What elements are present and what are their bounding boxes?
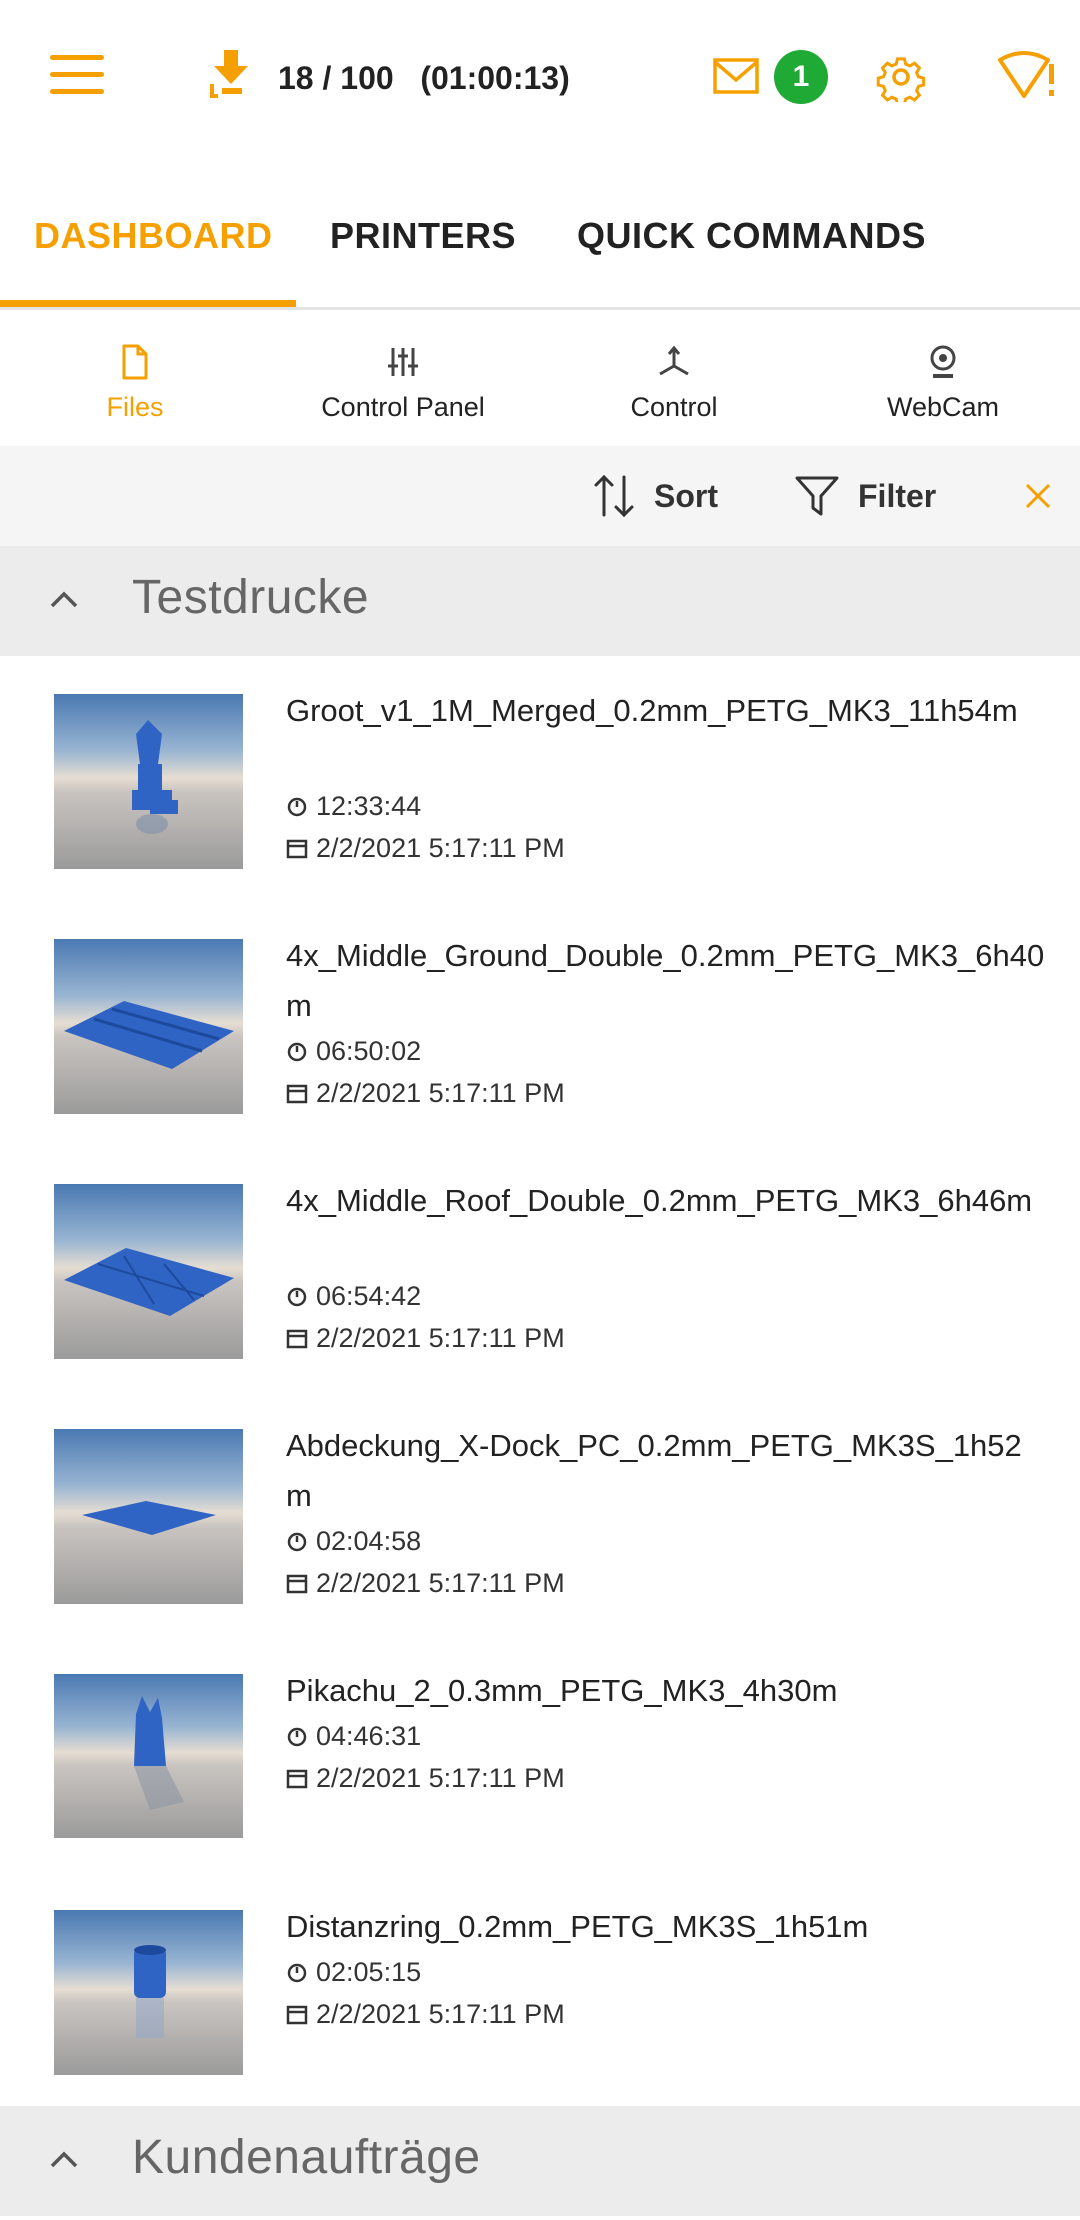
file-date: 2/2/2021 5:17:11 PM	[286, 831, 565, 865]
chevron-up-icon	[50, 591, 78, 608]
file-date-text: 2/2/2021 5:17:11 PM	[316, 1322, 565, 1353]
dashboard-subnav: Files Control Panel Control WebCam	[0, 330, 1080, 445]
file-name: 4x_Middle_Ground_Double_0.2mm_PETG_MK3_6…	[286, 938, 1045, 1023]
sort-icon	[594, 474, 634, 518]
file-thumbnail	[54, 1429, 243, 1604]
file-duration-text: 02:05:15	[316, 1956, 422, 1987]
file-name: 4x_Middle_Roof_Double_0.2mm_PETG_MK3_6h4…	[286, 1183, 1033, 1218]
active-tab-indicator	[0, 300, 296, 307]
file-list-item[interactable]: 4x_Middle_Ground_Double_0.2mm_PETG_MK3_6…	[0, 938, 1080, 1169]
file-thumbnail	[54, 939, 243, 1114]
group-header-kundenauftraege[interactable]: Kundenaufträge	[0, 2106, 1080, 2216]
file-thumbnail	[54, 1910, 243, 2075]
file-name: Groot_v1_1M_Merged_0.2mm_PETG_MK3_11h54m	[286, 693, 1018, 728]
file-duration-text: 02:04:58	[316, 1525, 422, 1556]
group-title: Testdrucke	[132, 571, 370, 624]
tab-quick-commands[interactable]: QUICK COMMANDS	[577, 215, 926, 257]
file-duration-text: 06:54:42	[316, 1280, 422, 1311]
file-date-text: 2/2/2021 5:17:11 PM	[316, 1567, 565, 1598]
timer-icon	[287, 1532, 307, 1552]
chevron-up-icon	[50, 2151, 78, 2168]
file-thumbnail	[54, 1184, 243, 1359]
file-name: Pikachu_2_0.3mm_PETG_MK3_4h30m	[286, 1673, 838, 1708]
file-list-item[interactable]: 4x_Middle_Roof_Double_0.2mm_PETG_MK3_6h4…	[0, 1183, 1080, 1414]
file-duration-text: 04:46:31	[316, 1720, 422, 1751]
subnav-control-panel-label: Control Panel	[321, 392, 485, 422]
file-duration: 04:46:31	[286, 1719, 421, 1753]
file-duration: 06:54:42	[286, 1279, 421, 1313]
timer-icon	[287, 797, 307, 817]
filter-button[interactable]: Filter	[794, 470, 936, 522]
filter-label: Filter	[858, 477, 937, 514]
calendar-icon	[286, 2005, 308, 2025]
group-header-testdrucke[interactable]: Testdrucke	[0, 546, 1080, 656]
file-name: Distanzring_0.2mm_PETG_MK3S_1h51m	[286, 1909, 869, 1944]
file-duration: 12:33:44	[286, 789, 421, 823]
sort-label: Sort	[654, 477, 718, 514]
file-icon	[122, 344, 148, 380]
timer-icon	[287, 1963, 307, 1983]
file-date: 2/2/2021 5:17:11 PM	[286, 1761, 565, 1795]
file-date-text: 2/2/2021 5:17:11 PM	[316, 832, 565, 863]
sort-button[interactable]: Sort	[592, 470, 718, 522]
gear-icon[interactable]	[876, 52, 926, 102]
subnav-webcam[interactable]: WebCam	[808, 330, 1078, 445]
close-icon[interactable]	[1024, 482, 1052, 510]
file-name: Abdeckung_X-Dock_PC_0.2mm_PETG_MK3S_1h52…	[286, 1428, 1022, 1513]
connection-warning-icon[interactable]	[996, 50, 1058, 102]
calendar-icon	[286, 1769, 308, 1789]
hamburger-menu-icon[interactable]	[50, 55, 104, 95]
calendar-icon	[286, 1084, 308, 1104]
calendar-icon	[286, 839, 308, 859]
file-date: 2/2/2021 5:17:11 PM	[286, 1076, 565, 1110]
file-date: 2/2/2021 5:17:11 PM	[286, 1321, 565, 1355]
file-duration: 02:05:15	[286, 1955, 421, 1989]
file-duration: 06:50:02	[286, 1034, 421, 1068]
mail-icon[interactable]	[712, 56, 760, 96]
file-thumbnail	[54, 1674, 243, 1838]
print-job-icon	[210, 50, 248, 98]
files-toolbar: Sort Filter	[0, 446, 1080, 546]
timer-icon	[287, 1727, 307, 1747]
filter-icon	[795, 476, 839, 516]
notification-badge[interactable]: 1	[774, 50, 828, 104]
tab-printers[interactable]: PRINTERS	[330, 215, 516, 257]
sliders-icon	[388, 348, 418, 376]
subnav-control-panel[interactable]: Control Panel	[268, 330, 538, 445]
file-duration: 02:04:58	[286, 1524, 421, 1558]
calendar-icon	[286, 1574, 308, 1594]
file-list-item[interactable]: Pikachu_2_0.3mm_PETG_MK3_4h30m 04:46:31 …	[0, 1673, 1080, 1904]
subnav-webcam-label: WebCam	[886, 392, 1000, 422]
subnav-files[interactable]: Files	[0, 330, 270, 445]
app-header: 18 / 100 (01:00:13) 1	[0, 0, 1080, 160]
file-duration-text: 12:33:44	[316, 790, 422, 821]
subnav-files-label: Files	[106, 392, 164, 422]
file-date-text: 2/2/2021 5:17:11 PM	[316, 1998, 565, 2029]
file-duration-text: 06:50:02	[316, 1035, 422, 1066]
file-thumbnail	[54, 694, 243, 869]
timer-icon	[287, 1042, 307, 1062]
calendar-icon	[286, 1329, 308, 1349]
subnav-control[interactable]: Control	[539, 330, 809, 445]
file-list-item[interactable]: Groot_v1_1M_Merged_0.2mm_PETG_MK3_11h54m…	[0, 693, 1080, 924]
file-list-item[interactable]: Abdeckung_X-Dock_PC_0.2mm_PETG_MK3S_1h52…	[0, 1428, 1080, 1659]
main-tabs: DASHBOARD PRINTERS QUICK COMMANDS	[0, 195, 1080, 310]
print-job-status[interactable]: 18 / 100 (01:00:13)	[208, 48, 570, 108]
job-progress-text: 18 / 100 (01:00:13)	[278, 59, 570, 96]
subnav-control-label: Control	[630, 392, 718, 422]
group-title: Kundenaufträge	[132, 2131, 481, 2184]
file-date-text: 2/2/2021 5:17:11 PM	[316, 1077, 565, 1108]
file-date: 2/2/2021 5:17:11 PM	[286, 1566, 565, 1600]
timer-icon	[287, 1287, 307, 1307]
axes-icon	[659, 345, 689, 376]
file-date: 2/2/2021 5:17:11 PM	[286, 1997, 565, 2031]
webcam-icon	[930, 345, 956, 378]
file-date-text: 2/2/2021 5:17:11 PM	[316, 1762, 565, 1793]
tab-dashboard[interactable]: DASHBOARD	[34, 215, 273, 257]
